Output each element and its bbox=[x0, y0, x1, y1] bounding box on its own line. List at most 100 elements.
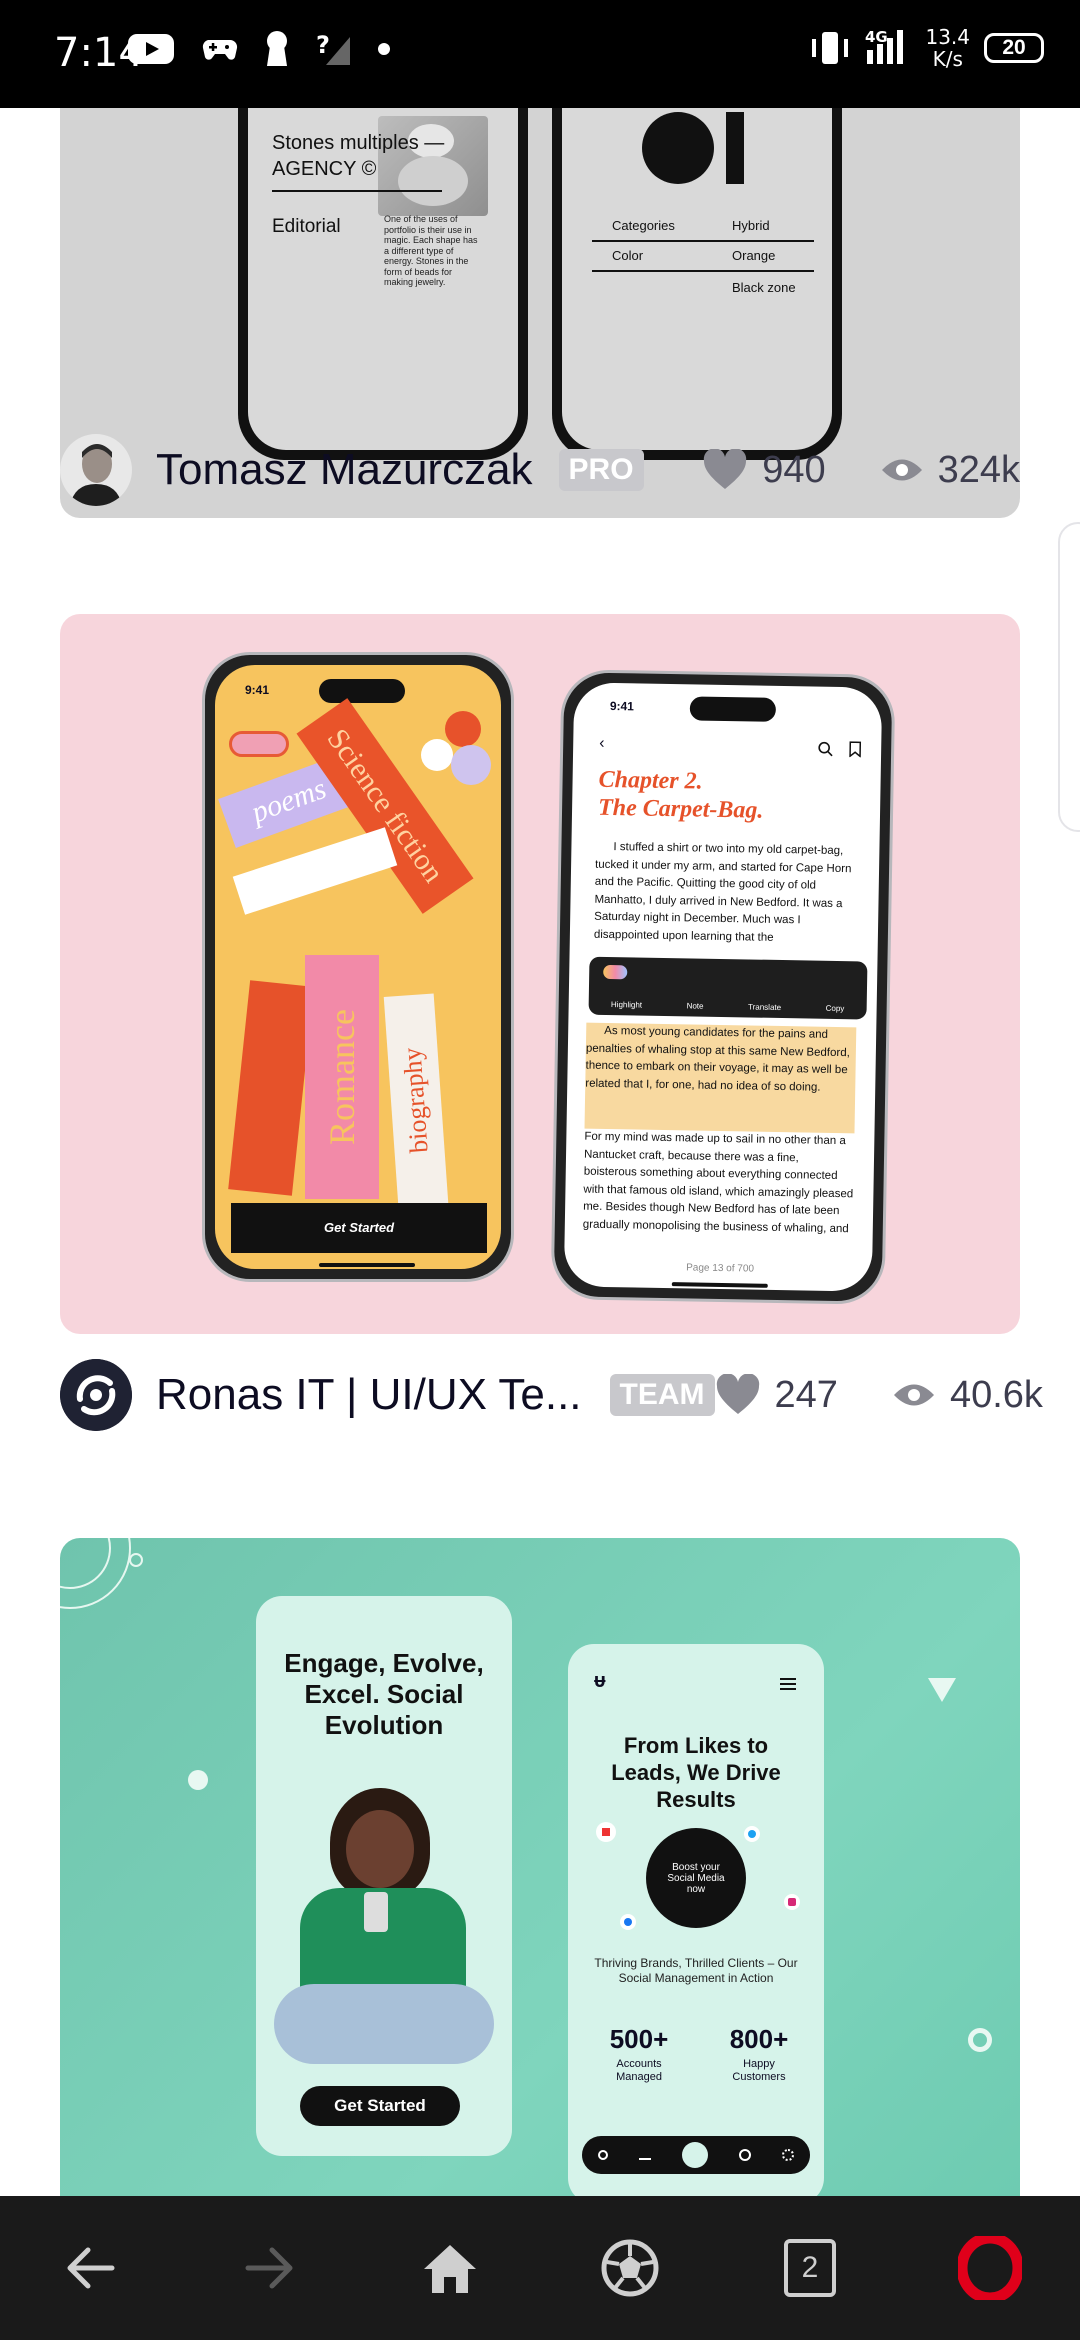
decorative-ring bbox=[968, 2028, 992, 2052]
gamepad-icon bbox=[202, 39, 238, 60]
eye-icon bbox=[893, 1384, 934, 1406]
oval-shape bbox=[229, 731, 289, 757]
speed-dial-icon bbox=[601, 2239, 659, 2297]
selection-menu: Highlight Note Translate Copy bbox=[588, 956, 868, 1020]
search-icon bbox=[818, 741, 833, 757]
stat-2-value: 800+ bbox=[729, 2024, 789, 2054]
svg-text:4G: 4G bbox=[865, 28, 888, 46]
editorial-label: Editorial bbox=[272, 216, 341, 237]
row3-value: Black zone bbox=[732, 280, 796, 295]
tabs-button[interactable]: 2 bbox=[774, 2232, 846, 2304]
hero-headline: From Likes to Leads, We Drive Results bbox=[611, 1733, 781, 1812]
person-photo bbox=[270, 1784, 498, 2074]
shot-meta: Ronas IT | UI/UX Te... TEAM 247 40.6k bbox=[60, 1357, 1043, 1433]
dot-icon bbox=[378, 43, 390, 55]
shot-card-thumbnail[interactable]: Engage, Evolve, Excel. Social Evolution … bbox=[60, 1538, 1020, 2196]
boost-badge: Boost your Social Media now bbox=[646, 1828, 746, 1928]
system-indicators: 4G 13.4 K/s 20 bbox=[809, 26, 1044, 70]
subtitle: Thriving Brands, Thrilled Clients – Our … bbox=[594, 1956, 798, 1985]
facebook-icon bbox=[620, 1914, 636, 1930]
romance-label: Romance bbox=[305, 955, 379, 1199]
menu-copy: Copy bbox=[825, 1003, 845, 1014]
opera-menu-icon bbox=[958, 2236, 1022, 2300]
shots-feed[interactable]: Stones multiples — AGENCY © Editorial On… bbox=[0, 108, 1080, 2196]
tabs-count: 2 bbox=[801, 2251, 819, 2284]
brand-logo: ᵾ bbox=[594, 1670, 606, 1692]
home-button[interactable] bbox=[414, 2232, 486, 2304]
author-name[interactable]: Ronas IT | UI/UX Te... bbox=[156, 1370, 582, 1420]
back-button[interactable] bbox=[54, 2232, 126, 2304]
notification-icons: ? bbox=[128, 30, 390, 68]
engage-headline: Engage, Evolve, Excel. Social Evolution bbox=[284, 1648, 484, 1740]
agency-title: Stones multiples — bbox=[272, 132, 445, 154]
editorial-body: One of the uses of portfolio is their us… bbox=[384, 214, 478, 287]
biography-label: biography bbox=[383, 993, 449, 1207]
status-time: 9:41 bbox=[245, 683, 270, 697]
browser-navbar: 2 bbox=[0, 2196, 1080, 2340]
paragraph-2-highlight: As most young candidates for the pains a… bbox=[584, 1022, 857, 1134]
opera-menu-button[interactable] bbox=[954, 2232, 1026, 2304]
agency-rule bbox=[272, 190, 442, 192]
vibrate-icon bbox=[812, 32, 849, 64]
author-name[interactable]: Tomasz Mazurczak bbox=[156, 445, 533, 495]
boost-badge-text: Boost your Social Media now bbox=[667, 1861, 725, 1895]
tabs-icon: 2 bbox=[784, 2239, 836, 2297]
decorative-triangle bbox=[928, 1678, 956, 1702]
heart-icon[interactable] bbox=[702, 449, 748, 491]
paragraph-2-rest: For my mind was made up to sail in no ot… bbox=[582, 1130, 854, 1235]
stat-1-value: 500+ bbox=[609, 2024, 669, 2054]
status-time: 9:41 bbox=[609, 698, 635, 714]
twitter-icon bbox=[744, 1826, 760, 1842]
row1-value: Hybrid bbox=[732, 218, 770, 233]
like-count: 940 bbox=[762, 448, 826, 491]
social-card: ᵾ From Likes to Leads, We Drive Results … bbox=[568, 1644, 824, 2196]
forward-button[interactable] bbox=[234, 2232, 306, 2304]
view-count: 40.6k bbox=[949, 1373, 1043, 1416]
stat-1-label: Accounts Managed bbox=[616, 2058, 662, 2083]
table-rule-1 bbox=[592, 240, 814, 242]
page-indicator: Page 13 of 700 bbox=[686, 1262, 755, 1275]
menu-translate: Translate bbox=[747, 1002, 782, 1013]
speed-dial-button[interactable] bbox=[594, 2232, 666, 2304]
dynamic-island bbox=[319, 679, 405, 703]
phone-mockup-genres: 9:41 poems Science fiction Romance biogr… bbox=[202, 652, 514, 1282]
keyhole-icon bbox=[267, 31, 287, 66]
signal-4g-icon: 4G bbox=[865, 28, 904, 64]
stats-icon bbox=[638, 2150, 651, 2160]
history-icon bbox=[739, 2149, 752, 2161]
engage-card: Engage, Evolve, Excel. Social Evolution … bbox=[256, 1596, 512, 2156]
dynamic-island bbox=[689, 696, 777, 722]
network-speed-value: 13.4 bbox=[925, 25, 970, 49]
avatar[interactable] bbox=[60, 1359, 132, 1431]
network-speed: 13.4 K/s bbox=[925, 26, 970, 70]
side-handle[interactable] bbox=[1058, 522, 1080, 832]
home-indicator bbox=[671, 1282, 768, 1288]
get-started-button: Get Started bbox=[300, 2086, 460, 2126]
status-bar: 7:14 ? 4G 13.4 K/s 20 bbox=[0, 0, 1080, 108]
chapter-title: The Carpet-Bag. bbox=[597, 794, 764, 824]
back-icon bbox=[67, 2247, 115, 2289]
bookmark-icon bbox=[849, 741, 862, 758]
heart-icon[interactable] bbox=[715, 1374, 761, 1416]
home-icon bbox=[681, 2142, 708, 2168]
phone-mockup-left: Stones multiples — AGENCY © Editorial On… bbox=[238, 108, 528, 460]
decorative-dot bbox=[188, 1770, 208, 1790]
avatar[interactable] bbox=[60, 434, 132, 506]
paragraph-1: I stuffed a shirt or two into my old car… bbox=[593, 841, 852, 944]
instagram-icon bbox=[784, 1894, 800, 1910]
stone-image bbox=[378, 116, 488, 216]
white-strip bbox=[232, 827, 398, 915]
get-started-button: Get Started bbox=[231, 1203, 487, 1253]
shot-stats: 940 324k bbox=[702, 449, 1020, 492]
profile-icon bbox=[597, 2150, 608, 2160]
stat-2-label: Happy Customers bbox=[732, 2058, 786, 2083]
like-count: 247 bbox=[774, 1373, 838, 1416]
youtube-icon bbox=[598, 1824, 614, 1840]
no-sim-icon: ? bbox=[316, 31, 350, 65]
chapter-number: Chapter 2. bbox=[598, 766, 703, 795]
phone-mockup-reader: 9:41 ‹ Chapter 2. The Carpet-Bag. I stuf… bbox=[550, 669, 896, 1305]
home-indicator bbox=[319, 1263, 415, 1267]
view-count: 324k bbox=[937, 448, 1020, 491]
shot-card-thumbnail[interactable]: 9:41 poems Science fiction Romance biogr… bbox=[60, 614, 1020, 1334]
battery-indicator: 20 bbox=[984, 33, 1044, 63]
